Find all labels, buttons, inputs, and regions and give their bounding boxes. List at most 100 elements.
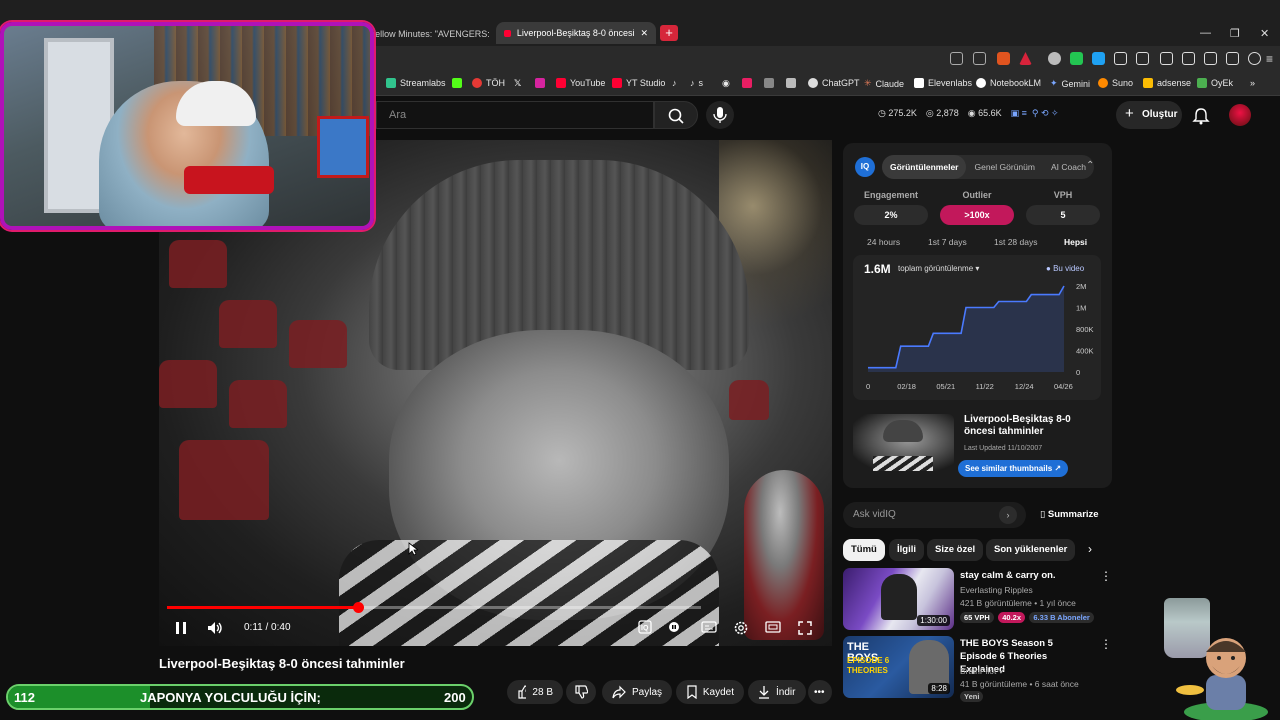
collapse-icon[interactable]: ⌃ [1086, 160, 1094, 171]
minimize-icon[interactable]: — [1200, 27, 1211, 39]
vidiq-button[interactable]: IQ [638, 620, 652, 639]
like-button[interactable]: 28 B [507, 680, 563, 704]
bookmark-youtube[interactable]: YouTube [556, 78, 605, 88]
summarize-button[interactable]: ▯ Summarize [1040, 509, 1099, 520]
open-external-icon[interactable] [950, 52, 963, 65]
metric-selector[interactable]: toplam görüntülenme ▾ [898, 264, 979, 273]
music-icon[interactable] [1160, 52, 1173, 65]
download-button[interactable]: İndir [748, 680, 806, 704]
pause-button[interactable] [174, 620, 188, 641]
shield-icon[interactable] [1248, 52, 1261, 65]
notifications-button[interactable] [1192, 107, 1210, 130]
chevron-right-icon: › [1006, 510, 1010, 520]
gemini-icon: ✦ [1050, 78, 1058, 88]
chip-for-you[interactable]: Size özel [927, 539, 984, 561]
extension-icon[interactable] [1092, 52, 1105, 65]
bookmark-elevenlabs[interactable]: Elevenlabs [914, 78, 972, 88]
chevron-right-icon[interactable]: › [1088, 542, 1092, 556]
more-vert-icon[interactable]: ⋮ [1100, 569, 1112, 583]
theater-mode-button[interactable] [765, 620, 781, 639]
bookmark-claude[interactable]: ✳ Claude [864, 78, 904, 89]
bookmark-x[interactable]: 𝕏 [514, 78, 521, 89]
fullscreen-button[interactable] [797, 620, 813, 641]
range-28d[interactable]: 1st 28 days [994, 237, 1037, 247]
bookmark-adsense[interactable]: adsense [1143, 78, 1191, 88]
bookmark-extension[interactable] [764, 78, 774, 88]
y-tick-label: 2M [1076, 282, 1086, 291]
extension-icon[interactable] [1048, 52, 1061, 65]
stadium-seat [729, 380, 769, 420]
bookmark-toh[interactable]: TÖH [472, 78, 505, 88]
tab-overview[interactable]: Genel Görünüm [966, 155, 1042, 179]
share-icon[interactable] [973, 52, 986, 65]
extension-icon[interactable] [1136, 52, 1149, 65]
browser-tab[interactable]: Yellow Minutes: "AVENGERS: DO [362, 24, 492, 44]
recommendation-thumbnail[interactable]: 1:30:00 [843, 568, 954, 630]
recommendation-channel[interactable]: Everlasting Ripples [960, 585, 1033, 595]
recommendation-title[interactable]: stay calm & carry on. [960, 569, 1092, 582]
close-tab-icon[interactable]: ✕ [640, 28, 648, 39]
bookmark-tiktok-s[interactable]: ♪ s [690, 78, 703, 88]
bookmark-tiktok[interactable]: ♪ [672, 78, 677, 88]
extension-icon[interactable] [1070, 52, 1083, 65]
vidiq-tools-icon[interactable]: ▣ ≡ ⚲ ⟲ ✧ [1011, 108, 1059, 119]
goal-title: JAPONYA YOLCULUĞU İÇİN; [140, 690, 321, 705]
chip-all[interactable]: Tümü [843, 539, 885, 561]
captions-button[interactable] [701, 620, 717, 639]
vidiq-thumbnail[interactable] [853, 414, 954, 471]
bookmark-chatgpt[interactable]: ChatGPT [808, 78, 860, 88]
settings-button[interactable] [733, 620, 749, 641]
sidebar-icon[interactable] [1182, 52, 1195, 65]
gear-icon [734, 621, 748, 635]
bookmark-gemini[interactable]: ✦ Gemini [1050, 78, 1090, 89]
recommendation-thumbnail[interactable]: THE BOYS EPISODE 6 THEORIES 8:28 [843, 636, 954, 698]
bookmark-oyek[interactable]: OyEk [1197, 78, 1233, 88]
bookmark-instagram[interactable] [535, 78, 545, 88]
bookmark-streamlabs[interactable]: Streamlabs [386, 78, 446, 88]
subscribers-badge: 6.33 B Aboneler [1029, 612, 1094, 623]
bookmark-threads[interactable]: ◉ [722, 78, 730, 89]
restore-icon[interactable]: ❐ [1230, 27, 1240, 40]
chip-recent[interactable]: Son yüklenenler [986, 539, 1076, 561]
similar-thumbnails-button[interactable]: See similar thumbnails ↗ [958, 460, 1069, 477]
range-all[interactable]: Hepsi [1064, 237, 1087, 247]
more-actions-button[interactable]: ••• [808, 680, 832, 704]
tab-views[interactable]: Görüntülenmeler [882, 155, 967, 179]
stadium-seat [219, 300, 277, 348]
browser-tab-active[interactable]: Liverpool-Beşiktaş 8-0 öncesi ✕ [496, 22, 656, 44]
pause-icon [176, 622, 186, 634]
avatar[interactable] [1229, 104, 1251, 126]
wallet-icon[interactable] [1204, 52, 1217, 65]
range-24h[interactable]: 24 hours [867, 237, 900, 247]
menu-icon[interactable]: ≡ [1266, 52, 1279, 66]
bookmark-suno[interactable]: Suno [1098, 78, 1133, 88]
brave-icon[interactable] [997, 52, 1010, 65]
search-input[interactable]: Ara [376, 101, 654, 129]
bookmark-kick[interactable] [452, 78, 462, 88]
close-window-icon[interactable]: ✕ [1260, 27, 1269, 40]
share-button[interactable]: Paylaş [602, 680, 672, 704]
chip-related[interactable]: İlgili [889, 539, 924, 561]
search-button[interactable] [654, 101, 698, 129]
recommendation-channel[interactable]: BrainPilot ✔ [960, 666, 1006, 677]
extensions-puzzle-icon[interactable] [1114, 52, 1127, 65]
create-button[interactable]: + Oluştur [1116, 101, 1182, 129]
range-7d[interactable]: 1st 7 days [928, 237, 967, 247]
search-icon [668, 108, 684, 124]
ai-icon[interactable] [1226, 52, 1239, 65]
voice-search-button[interactable] [706, 101, 734, 129]
bookmark-yt-studio[interactable]: YT Studio [612, 78, 665, 88]
bookmark-extension[interactable] [742, 78, 752, 88]
dislike-button[interactable] [566, 680, 596, 704]
bookmark-notebooklm[interactable]: NotebookLM [976, 78, 1041, 88]
bookmarks-overflow-icon[interactable]: » [1250, 78, 1255, 88]
bookmark-extension[interactable] [786, 78, 796, 88]
ask-submit-button[interactable]: › [999, 506, 1017, 524]
more-vert-icon[interactable]: ⋮ [1100, 637, 1112, 651]
vpn-icon[interactable] [1019, 52, 1032, 65]
volume-button[interactable] [206, 620, 224, 641]
save-button[interactable]: Kaydet [676, 680, 744, 704]
new-tab-button[interactable]: + [660, 25, 678, 41]
instagram-icon [535, 78, 545, 88]
autoplay-toggle[interactable] [666, 620, 682, 639]
